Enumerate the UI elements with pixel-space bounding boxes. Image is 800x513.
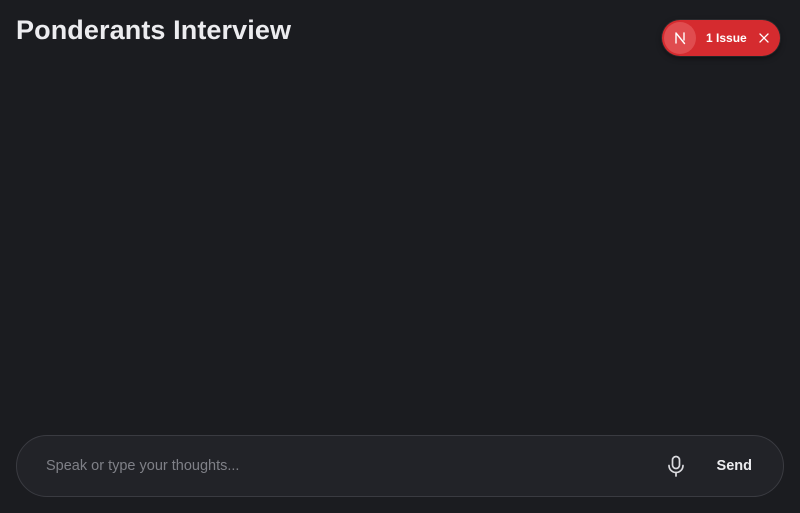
issue-count-label[interactable]: 1 Issue [706,31,747,45]
issues-indicator[interactable]: 1 Issue [662,20,780,56]
interview-page: Ponderants Interview 1 Issue Send [0,0,800,513]
nextjs-logo-icon[interactable] [664,22,696,54]
message-composer: Send [16,435,784,497]
send-button[interactable]: Send [717,458,752,474]
page-title: Ponderants Interview [16,15,292,45]
microphone-icon[interactable] [664,454,688,478]
n-letter-icon [675,32,686,45]
close-icon[interactable] [757,31,771,45]
thoughts-input[interactable] [46,458,664,474]
